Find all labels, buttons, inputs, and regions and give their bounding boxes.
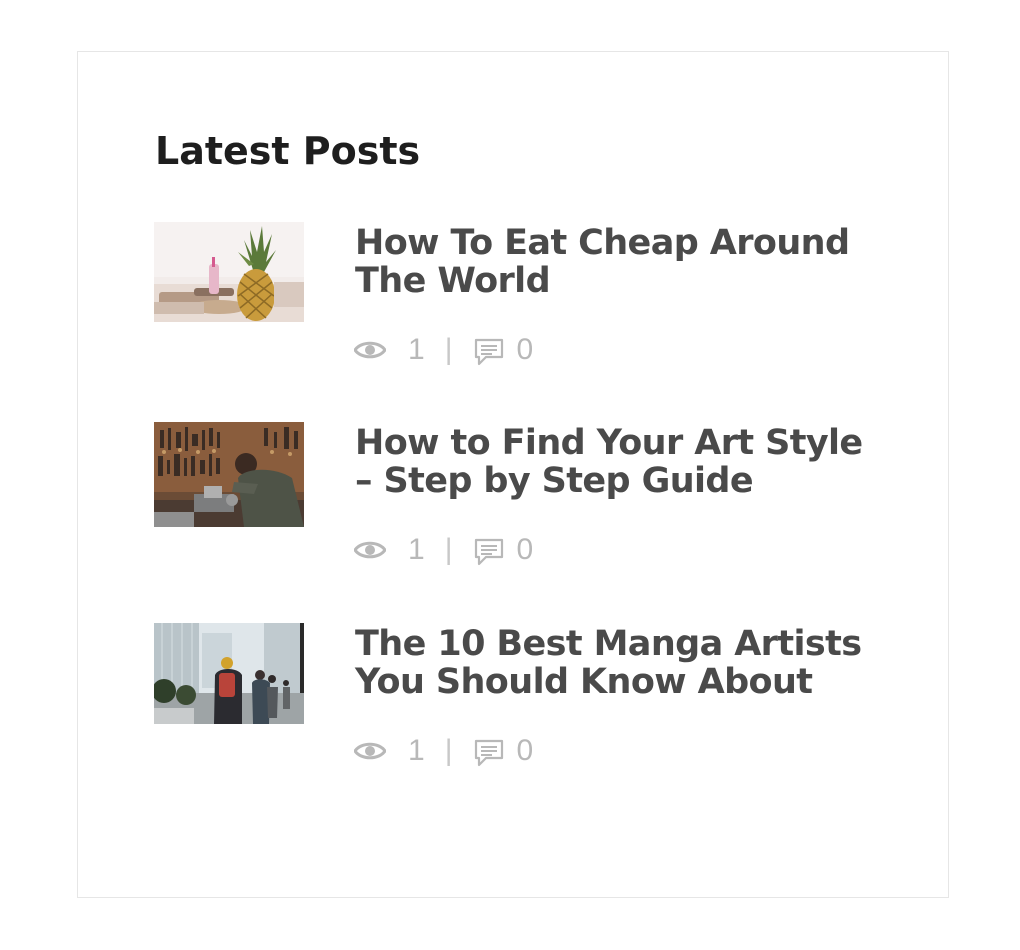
comment-icon: [475, 538, 504, 566]
view-count: 1: [408, 734, 425, 767]
workshop-image: [154, 422, 304, 527]
post-item: How To Eat Cheap Around The World 1 | 0: [154, 222, 874, 382]
meta-separator: |: [444, 333, 453, 366]
post-title[interactable]: How to Find Your Art Style – Step by Ste…: [355, 424, 875, 500]
post-meta: 1 | 0: [354, 530, 533, 570]
pineapple-image: [154, 222, 304, 322]
post-item: How to Find Your Art Style – Step by Ste…: [154, 422, 874, 582]
comment-count: 0: [516, 333, 534, 366]
post-thumbnail-pineapple[interactable]: [154, 222, 304, 322]
post-item: The 10 Best Manga Artists You Should Kno…: [154, 623, 874, 783]
comment-icon: [475, 739, 504, 767]
comment-icon: [475, 338, 504, 366]
view-count: 1: [408, 533, 425, 566]
comment-count: 0: [516, 734, 534, 767]
post-title[interactable]: How To Eat Cheap Around The World: [355, 224, 875, 300]
latest-posts-widget: Latest Posts How To Eat Cheap Around The…: [77, 51, 949, 898]
post-thumbnail-city[interactable]: [154, 623, 304, 724]
post-meta: 1 | 0: [354, 330, 533, 370]
eye-icon: [354, 341, 386, 359]
widget-title: Latest Posts: [155, 129, 421, 173]
comment-count: 0: [516, 533, 534, 566]
post-title[interactable]: The 10 Best Manga Artists You Should Kno…: [355, 625, 875, 701]
city-street-image: [154, 623, 304, 724]
view-count: 1: [408, 333, 425, 366]
eye-icon: [354, 541, 386, 559]
post-meta: 1 | 0: [354, 731, 533, 771]
eye-icon: [354, 742, 386, 760]
meta-separator: |: [444, 734, 453, 767]
meta-separator: |: [444, 533, 453, 566]
post-thumbnail-workshop[interactable]: [154, 422, 304, 527]
